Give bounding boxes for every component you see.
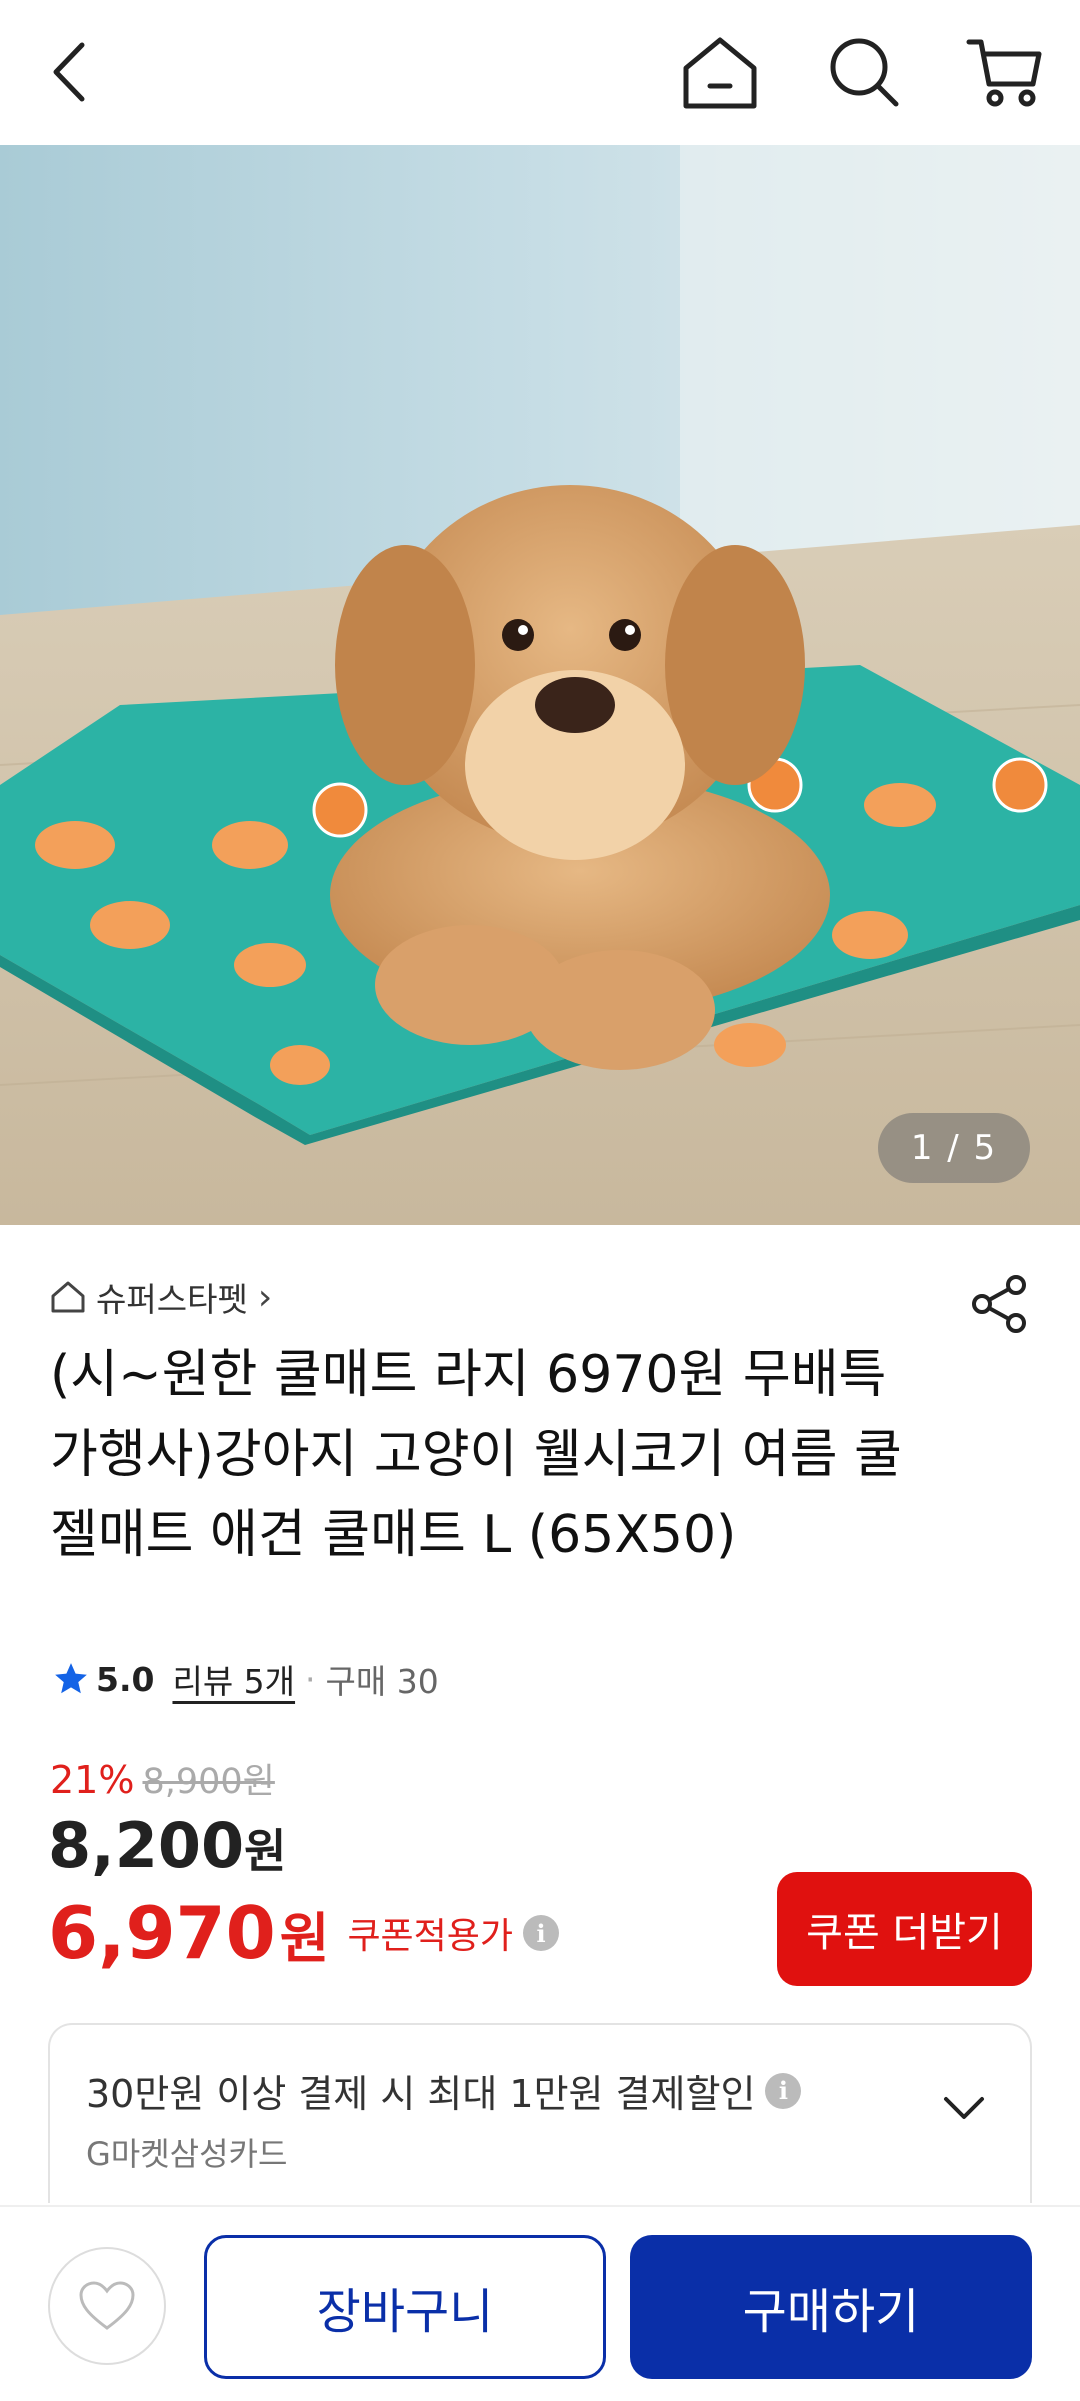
product-photo [0,145,1080,1225]
chevron-right-icon: › [257,1276,273,1318]
store-home-icon [51,1281,85,1313]
discount-rate: 21% [50,1758,135,1802]
coupon-price-unit: 원 [279,1906,330,1970]
store-name: 슈퍼스타펫 [96,1280,248,1319]
purchase-count: 구매 30 [325,1662,439,1701]
original-price: 8,900원 [142,1762,275,1802]
store-link[interactable]: 슈퍼스타펫 › [50,1273,272,1321]
coupon-price-row: 6,970 원 쿠폰적용가 i [48,1891,560,1975]
card-offer-issuer: G마켓삼성카드 [86,2135,288,2173]
image-counter: 1 / 5 [878,1113,1030,1183]
discount-row: 21% 8,900원 [50,1753,275,1804]
coupon-price-label: 쿠폰적용가 [347,1916,514,1957]
card-offer-text: 30만원 이상 결제 시 최대 1만원 결제할인 [86,2072,756,2116]
info-icon[interactable]: i [523,1915,560,1951]
review-link[interactable]: 리뷰 5개 [172,1655,295,1703]
chevron-down-icon[interactable] [942,2093,986,2127]
rating-row: 5.0 리뷰 5개 · 구매 30 [52,1655,439,1703]
card-offer-main: 30만원 이상 결제 시 최대 1만원 결제할인 i [86,2063,802,2118]
home-icon[interactable] [680,32,760,112]
back-chevron-icon[interactable] [30,32,110,112]
wishlist-heart-button[interactable] [48,2247,166,2365]
card-discount-offer[interactable]: 30만원 이상 결제 시 최대 1만원 결제할인 i G마켓삼성카드 [48,2023,1032,2203]
separator-dot: · [305,1659,316,1699]
bottom-action-bar: 장바구니 구매하기 [0,2205,1080,2401]
heart-icon [79,2281,135,2330]
info-icon[interactable]: i [765,2072,802,2109]
buy-now-button[interactable]: 구매하기 [630,2235,1032,2379]
sale-price-unit: 원 [244,1824,287,1878]
coupon-price-number: 6,970 [48,1891,276,1975]
product-image-carousel[interactable]: 1 / 5 [0,145,1080,1225]
rating-score: 5.0 [96,1659,155,1699]
search-icon[interactable] [824,32,904,112]
product-title: (시~원한 쿨매트 라지 6970원 무배특가행사)강아지 고양이 웰시코기 여… [50,1345,902,1565]
get-coupon-button[interactable]: 쿠폰 더받기 [777,1872,1032,1986]
add-to-cart-button[interactable]: 장바구니 [204,2235,606,2379]
top-navigation-bar [0,0,1080,145]
share-icon[interactable] [968,1273,1030,1335]
star-icon [55,1663,87,1694]
sale-price-number: 8,200 [48,1809,245,1882]
cart-icon[interactable] [965,32,1045,112]
sale-price: 8,200원 [48,1809,286,1882]
